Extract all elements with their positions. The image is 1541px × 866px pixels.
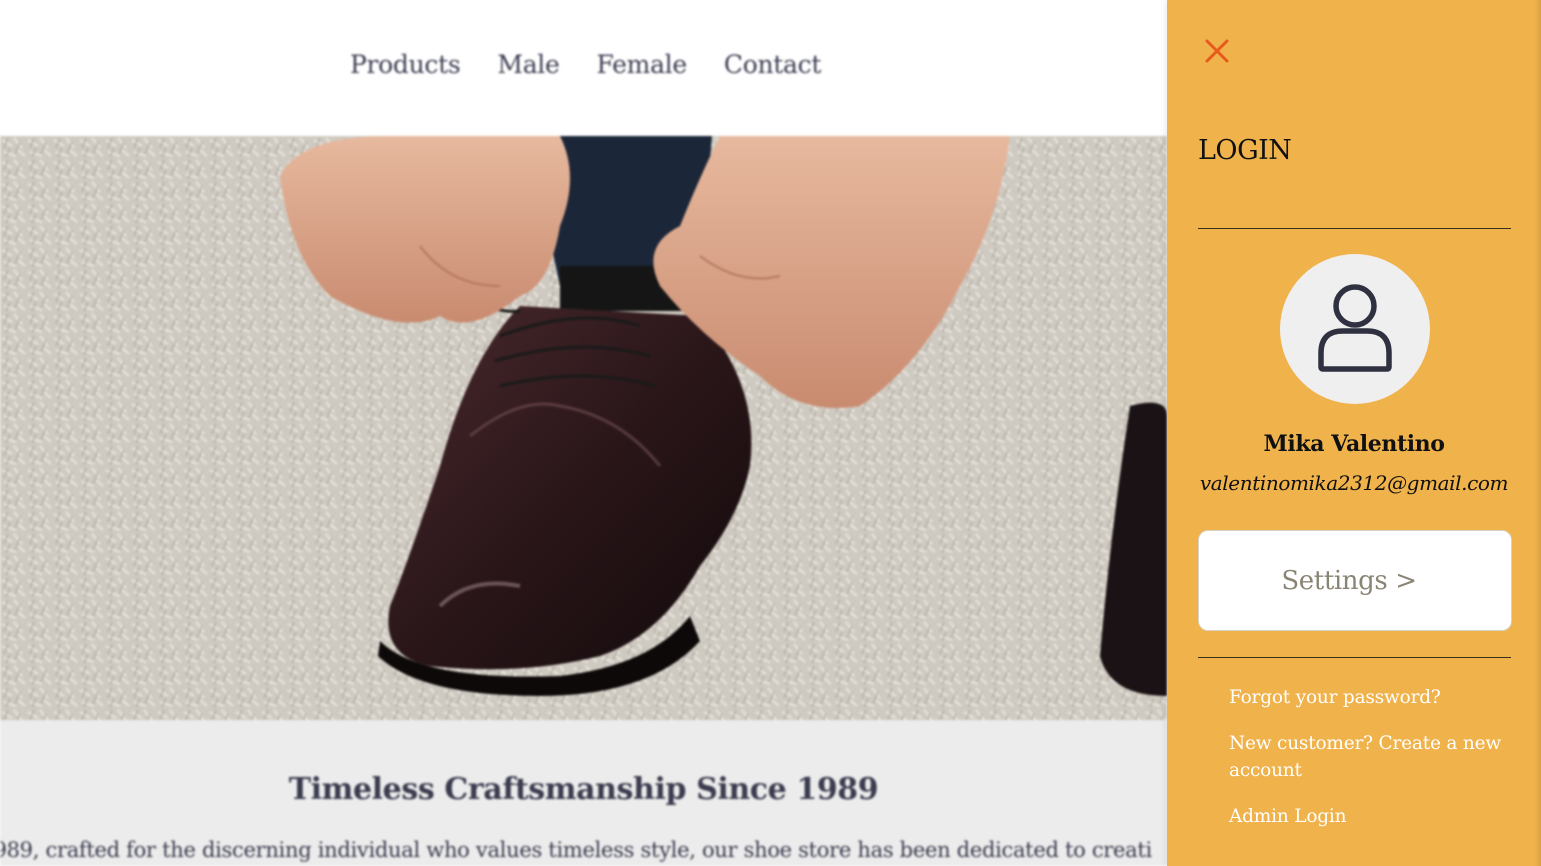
user-icon [1318, 284, 1392, 372]
user-email: valentinomika2312@gmail.com [1199, 471, 1509, 495]
login-drawer: LOGIN Mika Valentino valentinomika2312@g… [1167, 0, 1541, 866]
about-title: Timeless Craftsmanship Since 1989 [288, 772, 879, 807]
drawer-title: LOGIN [1198, 135, 1292, 166]
top-navigation: Products Male Female Contact [0, 0, 1167, 136]
background-page: Products Male Female Contact Timeless Cr… [0, 0, 1167, 866]
divider [1198, 657, 1511, 658]
forgot-password-link[interactable]: Forgot your password? [1229, 684, 1509, 711]
divider [1198, 228, 1511, 229]
close-button[interactable] [1203, 37, 1231, 65]
shoe-lacing-photo [0, 136, 1167, 720]
settings-button[interactable]: Settings > [1198, 530, 1512, 631]
nav-link-male[interactable]: Male [497, 50, 559, 79]
nav-link-female[interactable]: Female [597, 50, 688, 79]
nav-link-contact[interactable]: Contact [724, 50, 821, 79]
create-account-link[interactable]: New customer? Create a new account [1229, 730, 1509, 784]
about-section: Timeless Craftsmanship Since 1989 e 1989… [0, 720, 1167, 866]
avatar [1280, 254, 1430, 404]
user-name: Mika Valentino [1263, 431, 1445, 457]
main-nav: Products Male Female Contact [350, 50, 821, 79]
about-text: e 1989, crafted for the discerning indiv… [0, 838, 1152, 862]
nav-link-products[interactable]: Products [350, 50, 461, 79]
hero-image [0, 136, 1167, 720]
admin-login-link[interactable]: Admin Login [1229, 803, 1509, 830]
close-icon [1205, 39, 1229, 63]
